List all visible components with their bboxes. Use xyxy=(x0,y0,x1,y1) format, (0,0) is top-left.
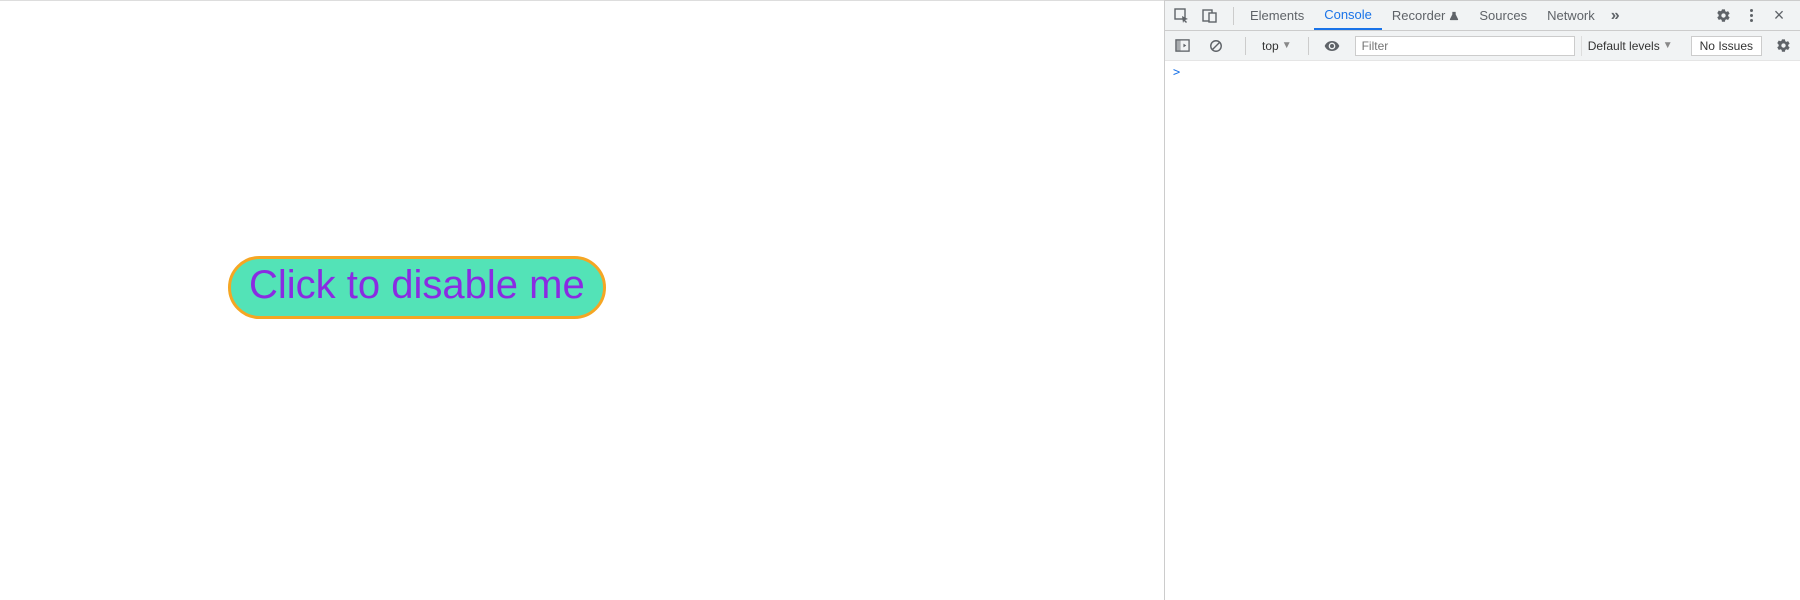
issues-button[interactable]: No Issues xyxy=(1691,36,1762,56)
flask-icon xyxy=(1449,11,1459,21)
context-selector[interactable]: top ▼ xyxy=(1258,37,1296,55)
tab-label: Console xyxy=(1324,7,1372,22)
devtools-tabs: Elements Console Recorder Sources Networ… xyxy=(1240,1,1626,30)
console-filter-input[interactable] xyxy=(1355,36,1575,56)
more-tabs-icon[interactable]: » xyxy=(1605,1,1626,30)
tab-console[interactable]: Console xyxy=(1314,1,1382,30)
close-icon[interactable]: × xyxy=(1768,5,1790,27)
log-levels-selector[interactable]: Default levels ▼ xyxy=(1581,36,1679,56)
console-output[interactable]: > xyxy=(1165,61,1800,600)
live-expression-icon[interactable] xyxy=(1321,35,1343,57)
disable-me-button[interactable]: Click to disable me xyxy=(228,256,606,319)
console-subbar: top ▼ Default levels ▼ No Issues xyxy=(1165,31,1800,61)
tab-recorder[interactable]: Recorder xyxy=(1382,1,1469,30)
devtools-panel: Elements Console Recorder Sources Networ… xyxy=(1164,0,1800,600)
devtools-toolbar-right: × xyxy=(1712,5,1800,27)
tab-elements[interactable]: Elements xyxy=(1240,1,1314,30)
context-label: top xyxy=(1262,39,1279,53)
device-toolbar-icon[interactable] xyxy=(1199,5,1221,27)
caret-down-icon: ▼ xyxy=(1663,40,1673,51)
toolbar-separator xyxy=(1233,7,1234,25)
subbar-separator xyxy=(1245,37,1246,55)
sidebar-toggle-icon[interactable] xyxy=(1171,35,1193,57)
inspect-element-icon[interactable] xyxy=(1171,5,1193,27)
clear-console-icon[interactable] xyxy=(1205,35,1227,57)
tab-label: Sources xyxy=(1479,8,1527,23)
tab-network[interactable]: Network xyxy=(1537,1,1605,30)
devtools-main-toolbar: Elements Console Recorder Sources Networ… xyxy=(1165,1,1800,31)
gear-icon[interactable] xyxy=(1712,5,1734,27)
tab-sources[interactable]: Sources xyxy=(1469,1,1537,30)
levels-label: Default levels xyxy=(1588,39,1660,53)
caret-down-icon: ▼ xyxy=(1282,40,1292,51)
console-prompt-caret: > xyxy=(1173,65,1180,79)
tab-label: Elements xyxy=(1250,8,1304,23)
tab-label: Network xyxy=(1547,8,1595,23)
tab-label: Recorder xyxy=(1392,8,1445,23)
issues-label: No Issues xyxy=(1700,39,1753,53)
page-viewport: Click to disable me xyxy=(0,0,1164,600)
kebab-menu-icon[interactable] xyxy=(1740,5,1762,27)
console-settings-gear-icon[interactable] xyxy=(1772,35,1794,57)
subbar-separator xyxy=(1308,37,1309,55)
